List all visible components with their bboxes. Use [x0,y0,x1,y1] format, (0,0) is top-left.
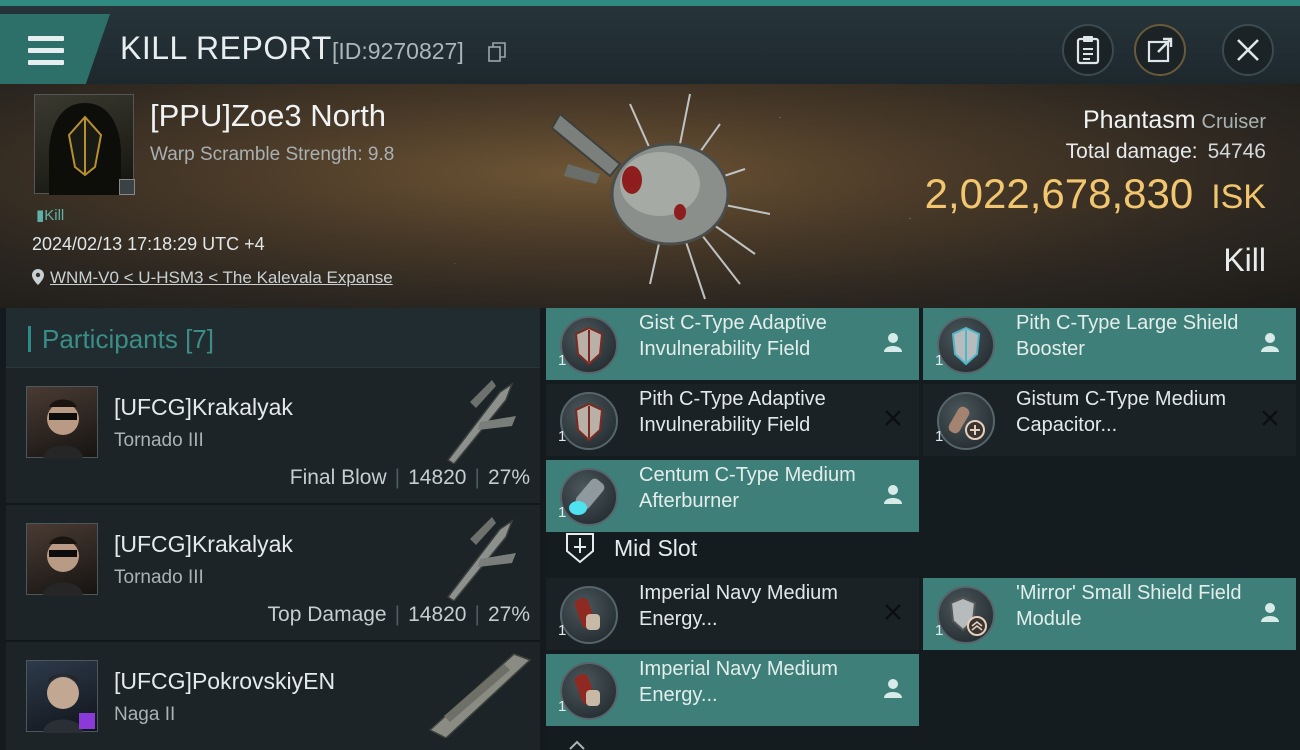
energy-module-icon [560,586,618,644]
module-name: Pith C-Type Adaptive Invulnerability Fie… [639,388,826,436]
corp-badge-icon [119,179,135,195]
module-name: Centum C-Type Medium Afterburner [639,464,856,512]
afterburner-icon [560,468,618,526]
person-icon [884,333,902,352]
victim-ship-image [550,93,771,300]
module-slot[interactable]: 1 'Mirror' Small Shield Field Module [923,578,1296,650]
participant-avatar [26,660,98,733]
clipboard-button[interactable] [1062,24,1114,76]
module-slot[interactable]: 1 Gistum C-Type Medium Capacitor... [923,384,1296,456]
menu-icon [28,36,64,66]
close-button[interactable] [1222,24,1274,76]
menu-button[interactable] [0,14,110,84]
participants-header[interactable]: Participants [7] [6,308,540,368]
module-slot[interactable]: 1 Pith C-Type Large Shield Booster [923,308,1296,380]
participant-name: [UFCG]PokrovskiyEN [114,668,336,694]
participant-damage: 14820 [408,603,467,626]
page-title: KILL REPORT [120,30,332,66]
participant-ship: Naga II [114,704,176,725]
share-button[interactable] [1134,24,1186,76]
shield-module-icon [560,316,618,374]
kill-datetime: 2024/02/13 17:18:29 UTC +4 [32,234,265,254]
next-slot-icon [569,740,585,750]
participant-role: Final Blow [289,466,387,489]
person-icon [1261,333,1279,352]
module-slot[interactable]: 1 Imperial Navy Medium Energy... [546,654,919,726]
shield-booster-icon [937,316,995,374]
module-name: 'Mirror' Small Shield Field Module [1016,582,1242,630]
participant-avatar [26,523,98,596]
header-bar: KILL REPORT [ID:9270827] [0,0,1300,84]
total-damage: Total damage: 54746 [1065,140,1266,163]
participant-stats: Final Blow | 14820 | 27% [289,466,530,489]
participant-percent: 27% [487,603,530,626]
kill-summary-panel: [PPU]Zoe3 North Warp Scramble Strength: … [0,84,1300,308]
kill-tag: ▮Kill [36,207,65,224]
x-icon [1262,410,1278,426]
participant-ship-image [446,380,516,464]
module-slot[interactable]: 1 Gist C-Type Adaptive Invulnerability F… [546,308,919,380]
module-slot[interactable]: 1 Pith C-Type Adaptive Invulnerability F… [546,384,919,456]
clipboard-icon [1076,36,1100,65]
participants-panel: Participants [7] [UFCG]Krakalyak Tornado… [6,308,540,750]
location-link[interactable]: WNM-V0 < U-HSM3 < The Kalevala Expanse [50,268,393,287]
participant-ship: Tornado III [114,567,204,588]
victim-avatar[interactable] [34,94,135,195]
participant-role: Top Damage [267,603,387,626]
person-icon [1261,603,1279,622]
capacitor-module-icon [937,392,995,450]
participant-row[interactable]: [UFCG]PokrovskiyEN Naga II [6,642,540,750]
shield-module-icon [560,392,618,450]
energy-module-icon [560,662,618,720]
x-icon [885,410,901,426]
participant-avatar [26,386,98,459]
ship-name[interactable]: Phantasm Cruiser [1083,106,1266,135]
participant-row[interactable]: [UFCG]Krakalyak Tornado III Final Blow | 1… [6,368,540,505]
person-icon [884,485,902,504]
module-name: Gistum C-Type Medium Capacitor... [1016,388,1227,436]
isk-value: 2,022,678,830 ISK [924,170,1266,217]
kill-location[interactable]: WNM-V0 < U-HSM3 < The Kalevala Expanse [32,268,393,288]
mid-slot-icon [566,533,594,564]
person-icon [884,679,902,698]
badge-icon [79,713,95,729]
participant-ship-image [428,653,532,738]
participant-stats: Top Damage | 14820 | 27% [267,603,530,626]
participant-ship-image [446,517,516,601]
x-icon [885,604,901,620]
module-slot[interactable]: 1 Imperial Navy Medium Energy... [546,578,919,650]
participant-row[interactable]: [UFCG]Krakalyak Tornado III Top Damage | 1… [6,505,540,642]
victim-name[interactable]: [PPU]Zoe3 North [150,98,386,134]
mid-slot-header: Mid Slot [546,521,1300,577]
participant-name: [UFCG]Krakalyak [114,531,293,557]
participant-ship: Tornado III [114,430,204,451]
report-id: [ID:9270827] [332,38,464,64]
participant-damage: 14820 [408,466,467,489]
result-label: Kill [1223,242,1266,278]
fitting-panel: 1 Gist C-Type Adaptive Invulnerability F… [546,308,1300,750]
shield-field-icon [937,586,995,644]
share-icon [1147,37,1173,63]
copy-icon[interactable] [488,42,506,62]
module-name: Gist C-Type Adaptive Invulnerability Fie… [639,312,827,360]
participant-percent: 27% [487,466,530,489]
warp-scramble-strength: Warp Scramble Strength: 9.8 [150,144,395,165]
module-name: Pith C-Type Large Shield Booster [1016,312,1239,360]
close-icon [1237,39,1259,61]
module-name: Imperial Navy Medium Energy... [639,582,838,630]
location-pin-icon [32,269,44,285]
participant-name: [UFCG]Krakalyak [114,394,293,420]
module-name: Imperial Navy Medium Energy... [639,658,838,706]
